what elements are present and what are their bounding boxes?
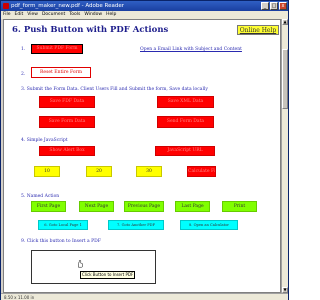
open-calculator-button[interactable]: 8. Open an Calculator bbox=[180, 220, 238, 230]
scroll-thumb[interactable] bbox=[282, 49, 288, 109]
tooltip: Click Button to Insert PDF bbox=[80, 271, 136, 279]
first-page-button[interactable]: First Page bbox=[31, 201, 66, 212]
scroll-up-arrow-icon[interactable]: ▲ bbox=[282, 19, 288, 25]
previous-page-button[interactable]: Previous Page bbox=[124, 201, 164, 212]
window-controls: _ □ x bbox=[261, 2, 287, 10]
app-window: pdf_form_maker_new.pdf - Adobe Reader _ … bbox=[0, 0, 289, 300]
title-bar: pdf_form_maker_new.pdf - Adobe Reader _ … bbox=[1, 1, 288, 11]
document-view[interactable]: 6. Push Button with PDF Actions Online H… bbox=[3, 19, 281, 293]
menu-edit[interactable]: Edit bbox=[15, 11, 24, 19]
section-1-number: 1. bbox=[21, 47, 26, 52]
print-button[interactable]: Print bbox=[222, 201, 257, 212]
goto-another-pdf-button[interactable]: 7. Goto Another PDF bbox=[108, 220, 164, 230]
goto-local-page-button[interactable]: 6. Goto Local Page 1 bbox=[38, 220, 88, 230]
yellow-button-20[interactable]: 20 bbox=[86, 166, 112, 177]
send-form-data-button[interactable]: Send Form Data bbox=[157, 116, 214, 128]
yellow-button-10[interactable]: 10 bbox=[34, 166, 60, 177]
section-9-text: 9. Click this button to Insert a PDF bbox=[21, 239, 101, 244]
maximize-button[interactable]: □ bbox=[270, 2, 278, 10]
minimize-button[interactable]: _ bbox=[261, 2, 269, 10]
submit-pdf-button[interactable]: Submit PDF Form bbox=[31, 44, 83, 54]
menu-file[interactable]: File bbox=[3, 11, 11, 19]
email-link[interactable]: Open a Email Link with Subject and Conte… bbox=[140, 47, 242, 52]
show-alert-button[interactable]: Show Alert Box bbox=[39, 146, 95, 156]
reset-form-button[interactable]: Reset Entire Form bbox=[31, 67, 91, 78]
status-bar: 8.50 x 11.00 in bbox=[1, 293, 288, 300]
last-page-button[interactable]: Last Page bbox=[175, 201, 210, 212]
save-fdf-button[interactable]: Save FDF Data bbox=[39, 96, 95, 108]
section-5-text: 5. Named Action bbox=[21, 194, 60, 199]
insert-pdf-button[interactable]: Click Button to Insert PDF bbox=[31, 250, 156, 284]
menu-tools[interactable]: Tools bbox=[69, 11, 80, 19]
page-size-text: 8.50 x 11.00 in bbox=[4, 295, 35, 300]
section-4-text: 4. Simple JavaScript bbox=[21, 138, 68, 143]
calculate-field-button[interactable]: Calculate Field bbox=[187, 166, 216, 177]
online-help-button[interactable]: Online Help bbox=[237, 25, 279, 35]
save-form-data-button[interactable]: Save Form Data bbox=[39, 116, 95, 128]
hand-cursor-icon bbox=[78, 260, 83, 268]
menu-help[interactable]: Help bbox=[106, 11, 116, 19]
yellow-button-30[interactable]: 30 bbox=[136, 166, 162, 177]
window-title: pdf_form_maker_new.pdf - Adobe Reader bbox=[11, 3, 124, 9]
vertical-scrollbar[interactable]: ▲ ▼ bbox=[281, 19, 288, 293]
close-button[interactable]: x bbox=[279, 2, 287, 10]
page-title: 6. Push Button with PDF Actions bbox=[12, 25, 169, 35]
menu-view[interactable]: View bbox=[27, 11, 38, 19]
javascript-url-button[interactable]: JavaScript URL bbox=[155, 146, 215, 156]
save-xml-button[interactable]: Save XML Data bbox=[157, 96, 214, 108]
adobe-reader-icon bbox=[3, 3, 9, 9]
next-page-button[interactable]: Next Page bbox=[79, 201, 114, 212]
menu-bar: File Edit View Document Tools Window Hel… bbox=[1, 11, 288, 19]
menu-document[interactable]: Document bbox=[42, 11, 65, 19]
menu-window[interactable]: Window bbox=[84, 11, 102, 19]
section-3-text: 3. Submit the Form Data. Client Users Fi… bbox=[21, 87, 208, 92]
section-2-number: 2. bbox=[21, 72, 26, 77]
